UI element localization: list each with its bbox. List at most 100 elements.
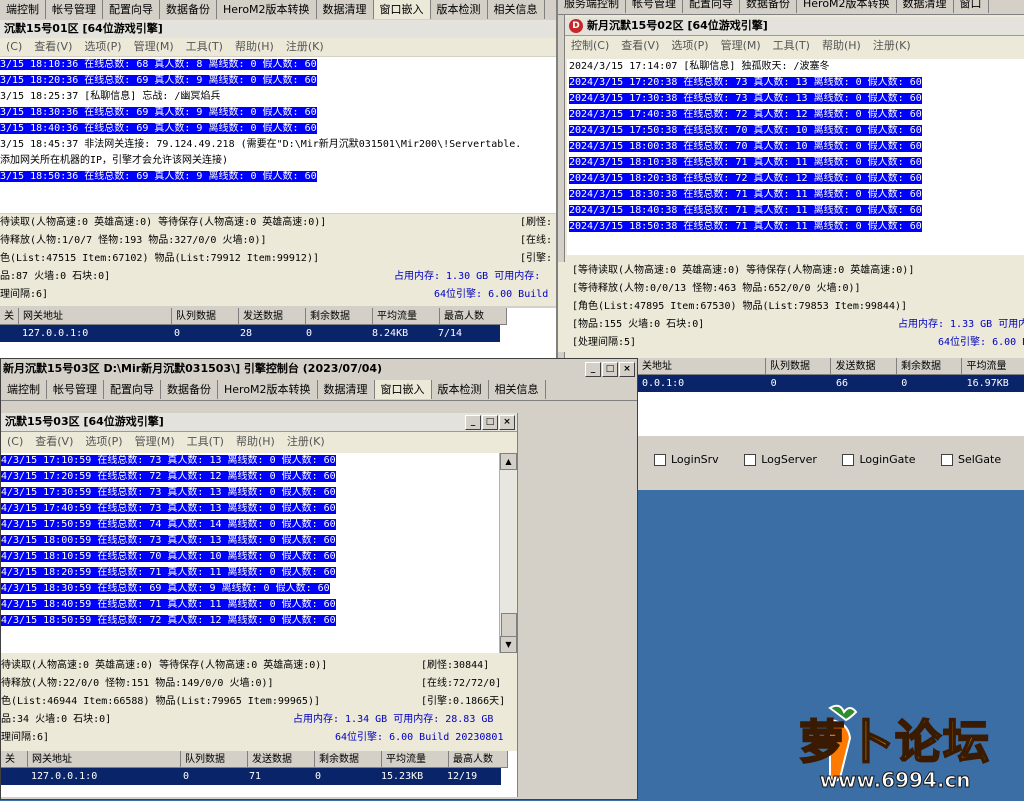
col-header[interactable]: 剩余数据 [315,751,382,768]
menu-view[interactable]: 查看(V) [621,37,659,55]
status-line: 色(List:46944 Item:66588) 物品(List:79965 I… [1,696,320,707]
tab-server-control[interactable]: 端控制 [1,380,47,399]
maximize-icon[interactable]: □ [482,415,498,430]
col-header[interactable]: 网关地址 [28,751,181,768]
menu-manage[interactable]: 管理(M) [134,38,174,56]
menu-tools[interactable]: 工具(T) [186,38,223,56]
tab-herom2[interactable]: HeroM2版本转换 [218,380,318,399]
tab-wizard[interactable]: 配置向导 [104,380,161,399]
scroll-down-icon[interactable]: ▼ [500,636,517,653]
log-line: 4/3/15 18:00:59 在线总数: 73 真人数: 13 离线数: 0 … [1,535,336,546]
col-header[interactable]: 发送数据 [239,308,306,325]
menu-options[interactable]: 选项(P) [84,38,121,56]
tab-embed[interactable]: 窗口嵌入 [373,0,431,19]
tab-herom2[interactable]: HeroM2版本转换 [797,0,897,13]
col-header[interactable]: 队列数据 [172,308,239,325]
cell: 0 [311,768,377,785]
scroll-up-icon[interactable]: ▲ [500,453,517,470]
tab-embed[interactable]: 窗口嵌入 [374,380,432,399]
menu-view[interactable]: 查看(V) [35,433,73,451]
menu-control[interactable]: (C) [6,38,22,56]
col-header[interactable]: 剩余数据 [896,358,963,375]
menu-register[interactable]: 注册(K) [286,38,324,56]
minimize-icon[interactable]: _ [585,362,601,377]
menu-view[interactable]: 查看(V) [34,38,72,56]
table-row[interactable]: 127.0.0.1:0 0 71 0 15.23KB 12/19 [1,768,517,785]
close-icon[interactable]: × [619,362,635,377]
engine-build: 64位引擎: 6.00 Build 20230801 [335,732,504,743]
menu-control[interactable]: 控制(C) [571,37,609,55]
tab-wizard[interactable]: 配置向导 [683,0,740,13]
menu-help[interactable]: 帮助(H) [236,433,275,451]
tab-backup[interactable]: 数据备份 [740,0,797,13]
menu-options[interactable]: 选项(P) [671,37,708,55]
menu-tools[interactable]: 工具(T) [187,433,224,451]
col-header[interactable]: 平均流量 [373,308,440,325]
tab-about[interactable]: 相关信息 [489,380,546,399]
menu-control[interactable]: (C) [7,433,23,451]
status-line: 待释放(人物:1/0/7 怪物:193 物品:327/0/0 火墙:0)] [0,235,267,246]
checkbox-selgate[interactable]: SelGate [940,448,1001,472]
menu-register[interactable]: 注册(K) [287,433,325,451]
log-panel[interactable]: 2024/3/15 17:14:07 [私聊信息] 独孤败天: /波塞冬 202… [567,59,1024,255]
menu-manage[interactable]: 管理(M) [135,433,175,451]
tab-account[interactable]: 帐号管理 [46,0,103,19]
log-panel[interactable]: 4/3/15 17:10:59 在线总数: 73 真人数: 13 离线数: 0 … [1,453,499,653]
checkbox-logserver[interactable]: LogServer [744,448,817,472]
checkbox-logingate[interactable]: LoginGate [842,448,915,472]
log-scrollbar[interactable]: ▲ ▼ [499,453,517,653]
tab-backup[interactable]: 数据备份 [160,0,217,19]
menu-help[interactable]: 帮助(H) [822,37,861,55]
tab-embed[interactable]: 窗口 [954,0,989,13]
checkbox-loginsrv[interactable]: LoginSrv [654,448,719,472]
col-header[interactable]: 队列数据 [765,358,832,375]
col-header[interactable]: 平均流量 [382,751,449,768]
maximize-icon[interactable]: □ [602,362,618,377]
gateway-table: 关地址 队列数据 发送数据 剩余数据 平均流量 0.0.1:0 0 66 0 1… [638,358,1024,436]
table-row[interactable]: 0.0.1:0 0 66 0 16.97KB [638,375,1024,392]
tab-about[interactable]: 相关信息 [488,0,545,19]
tab-herom2[interactable]: HeroM2版本转换 [217,0,317,19]
menu-manage[interactable]: 管理(M) [721,37,761,55]
col-header[interactable]: 关地址 [638,358,766,375]
col-header[interactable]: 队列数据 [181,751,248,768]
col-header[interactable]: 发送数据 [831,358,897,375]
scroll-thumb[interactable] [501,613,517,637]
tab-cleanup[interactable]: 数据清理 [318,380,375,399]
menu-options[interactable]: 选项(P) [85,433,122,451]
table-row[interactable]: 127.0.0.1:0 0 28 0 8.24KB 7/14 [0,325,556,342]
col-header[interactable]: 网关地址 [19,308,172,325]
menu-register[interactable]: 注册(K) [873,37,911,55]
status-panel: 待读取(人物高速:0 英雄高速:0) 等待保存(人物高速:0 英雄高速:0)] [… [1,657,517,749]
tab-account[interactable]: 帐号管理 [47,380,104,399]
col-header[interactable]: 最高人数 [449,751,508,768]
col-header[interactable]: 关 [0,308,19,325]
console-title: 新月沉默15号03区 D:\Mir新月沉默031503\] 引擎控制台 (202… [3,362,383,375]
status-line: 理间隔:6] [0,289,49,300]
tab-backup[interactable]: 数据备份 [161,380,218,399]
tab-server-control[interactable]: 端控制 [0,0,46,19]
col-header[interactable]: 发送数据 [248,751,315,768]
tab-cleanup[interactable]: 数据清理 [897,0,954,13]
tab-version[interactable]: 版本检测 [432,380,489,399]
col-header[interactable]: 最高人数 [440,308,507,325]
tab-account[interactable]: 帐号管理 [626,0,683,13]
tab-server-control[interactable]: 服务端控制 [558,0,626,13]
tab-cleanup[interactable]: 数据清理 [317,0,374,19]
minimize-icon[interactable]: _ [465,415,481,430]
cell: 8.24KB [368,325,434,342]
close-icon[interactable]: × [499,415,515,430]
log-panel[interactable]: 3/15 18:10:36 在线总数: 68 真人数: 8 离线数: 0 假人数… [0,57,556,213]
status-spawn: [刷怪:30844] [421,660,490,671]
log-line: 3/15 18:10:36 在线总数: 68 真人数: 8 离线数: 0 假人数… [0,59,317,70]
col-header[interactable]: 平均流量 [962,358,1024,375]
col-header[interactable]: 关 [1,751,28,768]
tab-wizard[interactable]: 配置向导 [103,0,160,19]
menu-tools[interactable]: 工具(T) [773,37,810,55]
log-line: 3/15 18:25:37 [私聊信息] 忘战: /幽冥焰兵 [0,91,221,102]
col-header[interactable]: 剩余数据 [306,308,373,325]
menu-help[interactable]: 帮助(H) [235,38,274,56]
tab-version[interactable]: 版本检测 [431,0,488,19]
log-line: 4/3/15 17:30:59 在线总数: 73 真人数: 13 离线数: 0 … [1,487,336,498]
log-line: 2024/3/15 17:14:07 [私聊信息] 独孤败天: /波塞冬 [569,61,830,72]
